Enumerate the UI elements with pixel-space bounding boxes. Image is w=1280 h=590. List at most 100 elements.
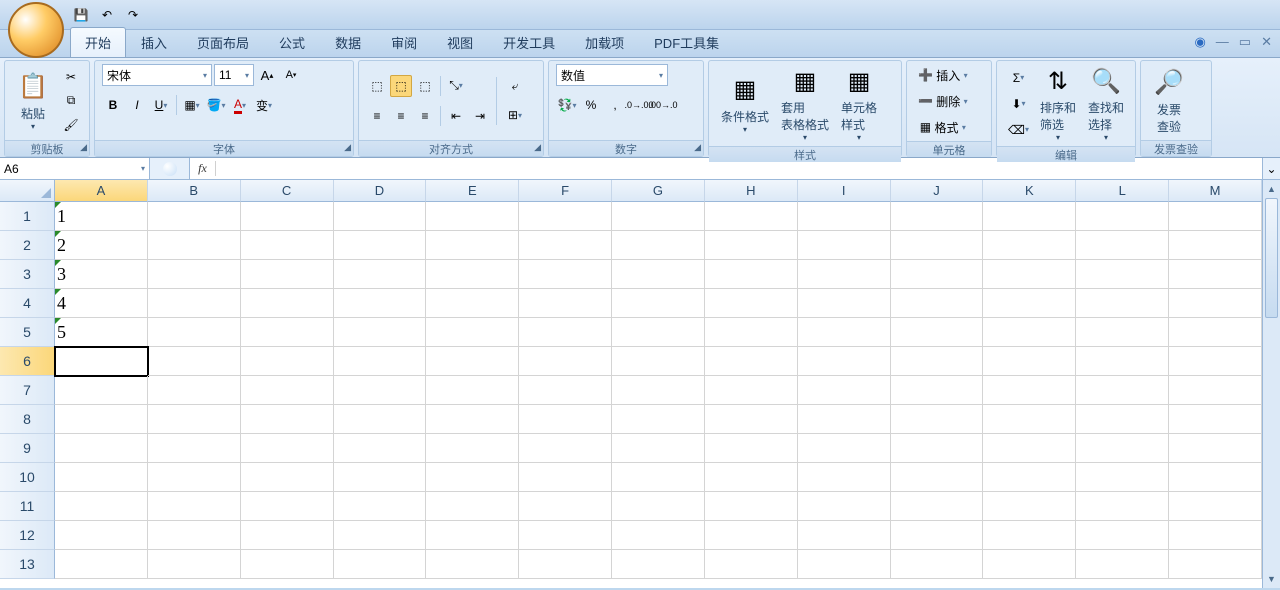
column-header[interactable]: A [55,180,148,202]
select-all-corner[interactable] [0,180,55,202]
cell[interactable] [334,231,427,260]
tab-insert[interactable]: 插入 [126,27,182,57]
cell[interactable] [891,202,984,231]
cell[interactable] [891,318,984,347]
font-size-combo[interactable]: 11▾ [214,64,254,86]
cell[interactable] [241,521,334,550]
orientation-button[interactable]: ⤡▾ [445,75,467,97]
paste-button[interactable]: 📋 粘贴 ▾ [11,69,55,133]
cell[interactable] [55,463,148,492]
cell[interactable] [1169,405,1262,434]
cell[interactable] [1169,463,1262,492]
font-color-button[interactable]: A▾ [229,94,251,116]
cell[interactable] [241,434,334,463]
decrease-indent-icon[interactable]: ⇤ [445,105,467,127]
cell[interactable] [1076,260,1169,289]
cell[interactable] [983,231,1076,260]
vertical-scrollbar[interactable]: ▲ ▼ [1262,180,1280,588]
cell[interactable] [983,521,1076,550]
cell[interactable] [1076,202,1169,231]
cancel-icon[interactable] [163,162,177,176]
cell[interactable] [519,550,612,579]
launcher-icon[interactable]: ◢ [80,142,87,153]
column-header[interactable]: I [798,180,891,202]
cell[interactable] [519,463,612,492]
cell[interactable] [519,376,612,405]
qat-redo-icon[interactable]: ↷ [122,4,144,26]
cell[interactable] [1169,318,1262,347]
cell[interactable] [148,289,241,318]
cell[interactable] [983,318,1076,347]
cell[interactable] [519,492,612,521]
launcher-icon[interactable]: ◢ [694,142,701,153]
row-header[interactable]: 3 [0,260,55,289]
cell[interactable] [1169,521,1262,550]
cell[interactable] [705,347,798,376]
cell[interactable] [983,463,1076,492]
cell[interactable] [426,289,519,318]
cell[interactable] [334,550,427,579]
cell[interactable] [241,463,334,492]
cell[interactable] [334,202,427,231]
italic-button[interactable]: I [126,94,148,116]
cell[interactable] [798,202,891,231]
find-select-button[interactable]: 🔍 查找和 选择 ▾ [1082,63,1130,144]
close-icon[interactable]: ✕ [1261,34,1272,50]
cell[interactable] [148,405,241,434]
cell[interactable] [426,463,519,492]
cell[interactable] [241,492,334,521]
cell[interactable] [426,521,519,550]
cell[interactable] [705,463,798,492]
launcher-icon[interactable]: ◢ [344,142,351,153]
cell[interactable] [426,376,519,405]
cell[interactable] [705,289,798,318]
cell[interactable] [705,202,798,231]
cell[interactable] [798,376,891,405]
column-header[interactable]: E [426,180,519,202]
clear-button[interactable]: ⌫▾ [1004,119,1033,141]
cell[interactable] [612,492,705,521]
column-header[interactable]: D [334,180,427,202]
increase-font-icon[interactable]: A▴ [256,64,278,86]
cell[interactable] [334,405,427,434]
accounting-format-button[interactable]: 💱▾ [556,94,578,116]
delete-cells-button[interactable]: ➖ 删除 ▾ [914,90,972,112]
cell[interactable] [426,231,519,260]
cell[interactable] [983,347,1076,376]
cell[interactable] [705,550,798,579]
row-header[interactable]: 6 [0,347,55,376]
cell[interactable]: 1 [55,202,148,231]
cell[interactable] [612,434,705,463]
align-center-icon[interactable]: ≡ [390,105,412,127]
cell[interactable]: 2 [55,231,148,260]
cell[interactable] [891,434,984,463]
cell[interactable] [891,405,984,434]
cell[interactable] [426,347,519,376]
cell[interactable] [612,260,705,289]
cell[interactable] [241,550,334,579]
cell[interactable] [1169,492,1262,521]
cell[interactable] [891,376,984,405]
minimize-icon[interactable]: — [1216,34,1229,50]
row-header[interactable]: 5 [0,318,55,347]
cell[interactable] [148,202,241,231]
row-header[interactable]: 11 [0,492,55,521]
tab-addins[interactable]: 加载项 [570,27,639,57]
cell[interactable] [983,550,1076,579]
cell[interactable] [241,289,334,318]
cell[interactable] [334,463,427,492]
cell[interactable] [1076,289,1169,318]
row-header[interactable]: 10 [0,463,55,492]
row-header[interactable]: 7 [0,376,55,405]
phonetic-button[interactable]: 变▾ [253,94,275,116]
cell[interactable] [1169,202,1262,231]
cell[interactable] [241,318,334,347]
cell[interactable] [148,550,241,579]
qat-save-icon[interactable]: 💾 [70,4,92,26]
row-header[interactable]: 2 [0,231,55,260]
cell[interactable] [983,492,1076,521]
tab-review[interactable]: 审阅 [376,27,432,57]
column-header[interactable]: K [983,180,1076,202]
cell[interactable] [1169,550,1262,579]
sort-filter-button[interactable]: ⇅ 排序和 筛选 ▾ [1034,63,1082,144]
